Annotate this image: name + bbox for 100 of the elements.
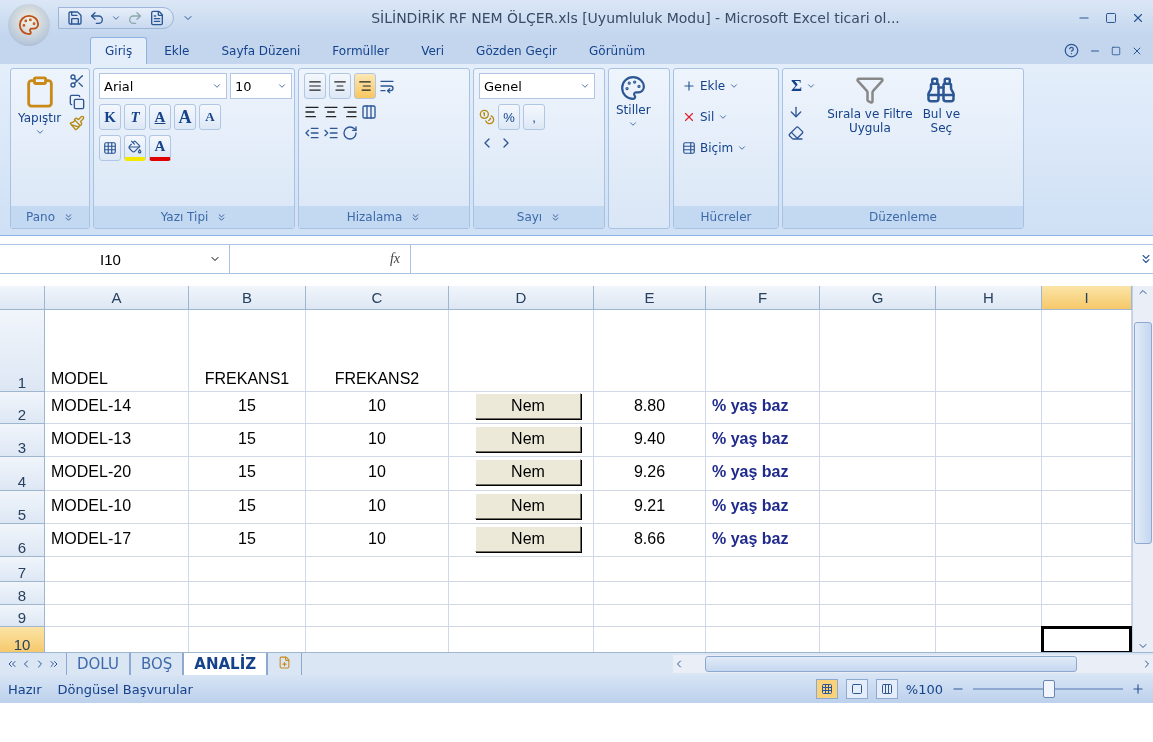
row-header[interactable]: 10 [0, 627, 45, 652]
view-button[interactable] [875, 679, 898, 699]
cells-menu-button[interactable]: Biçim [679, 135, 751, 161]
percent-button[interactable]: % [498, 104, 520, 130]
borders-button[interactable] [99, 135, 121, 161]
caret-icon[interactable] [737, 143, 748, 153]
fill-down-icon[interactable] [788, 104, 804, 120]
bold-button[interactable]: K [99, 104, 121, 130]
expand-formula-bar-icon[interactable] [1139, 252, 1153, 266]
currency-icon[interactable] [479, 109, 495, 125]
paste-button[interactable]: Yapıştır [16, 73, 64, 202]
row-header[interactable]: 6 [0, 524, 45, 557]
caret-icon[interactable] [111, 13, 121, 23]
vertical-align-button[interactable] [354, 73, 376, 99]
brush-icon[interactable] [69, 115, 86, 131]
maximize-icon[interactable] [1105, 12, 1117, 24]
row-header[interactable]: 1 [0, 310, 45, 392]
new-sheet-icon[interactable] [278, 655, 292, 669]
column-header[interactable]: C [306, 286, 449, 310]
sort-filter-icon[interactable] [854, 75, 885, 105]
caret-icon[interactable] [729, 81, 740, 91]
column-header[interactable]: E [594, 286, 706, 310]
column-header[interactable]: D [449, 286, 594, 310]
caret-icon[interactable] [277, 81, 287, 91]
borders-icon[interactable] [103, 141, 117, 155]
zoom-thumb[interactable] [1043, 680, 1055, 698]
ribbon-tab[interactable]: Görünüm [574, 37, 661, 64]
comma-button[interactable]: , [523, 104, 545, 130]
undo-icon[interactable] [89, 10, 105, 26]
format-cells-icon[interactable] [682, 141, 696, 155]
close-icon[interactable] [1131, 11, 1145, 25]
view-icon[interactable] [880, 683, 893, 695]
align-lines-icon[interactable] [358, 79, 372, 93]
find-select-button[interactable]: Bul ve Seç [920, 73, 963, 202]
styles-icon[interactable] [620, 75, 647, 101]
sheet-tab[interactable]: ANALİZ [183, 652, 268, 676]
macro-button[interactable]: Nem [475, 459, 581, 485]
column-header[interactable]: G [820, 286, 936, 310]
row-header[interactable]: 7 [0, 557, 45, 582]
view-button[interactable] [815, 679, 838, 699]
zoom-in-icon[interactable] [1131, 682, 1145, 696]
dialog-launcher-icon[interactable] [63, 211, 74, 223]
shrink-font-button[interactable]: A [199, 104, 221, 130]
font-size-field[interactable]: 10 [230, 73, 292, 99]
paint-bucket-icon[interactable] [128, 139, 142, 154]
print-preview-icon[interactable] [149, 10, 165, 26]
insert-cells-icon[interactable] [682, 79, 696, 93]
insert-function-button[interactable]: fx [389, 251, 400, 267]
view-button[interactable] [845, 679, 868, 699]
macro-button[interactable]: Nem [475, 393, 581, 419]
orientation-icon[interactable] [342, 125, 358, 141]
restore-icon[interactable] [1111, 45, 1121, 56]
scissors-icon[interactable] [69, 73, 86, 89]
ribbon-tab[interactable]: Ekle [149, 37, 205, 64]
copy-icon[interactable] [69, 94, 86, 110]
caret-icon[interactable] [718, 112, 729, 122]
macro-button[interactable]: Nem [475, 425, 581, 452]
column-header[interactable]: B [189, 286, 306, 310]
column-header[interactable]: H [936, 286, 1042, 310]
scroll-thumb[interactable] [1134, 322, 1152, 544]
help-icon[interactable] [1064, 43, 1079, 58]
cells-menu-button[interactable]: Ekle [679, 73, 751, 99]
row-header[interactable]: 9 [0, 605, 45, 627]
font-name-field[interactable]: Arial [99, 73, 227, 99]
column-header[interactable]: I [1042, 286, 1132, 310]
underline-button[interactable]: A [149, 104, 171, 130]
number-format-field[interactable]: Genel [479, 73, 595, 99]
last-sheet-icon[interactable] [48, 658, 60, 670]
row-header[interactable]: 8 [0, 582, 45, 605]
row-header[interactable]: 4 [0, 457, 45, 491]
align-lines-icon[interactable] [333, 79, 347, 93]
office-button[interactable] [8, 4, 50, 46]
sheet-tab[interactable]: BOŞ [129, 652, 184, 676]
caret-icon[interactable] [806, 81, 817, 91]
column-header[interactable]: A [45, 286, 189, 310]
row-header[interactable]: 3 [0, 424, 45, 457]
caret-icon[interactable] [212, 81, 222, 91]
first-sheet-icon[interactable] [6, 658, 18, 670]
view-icon[interactable] [850, 683, 863, 695]
align-right-icon[interactable] [342, 104, 358, 120]
horizontal-scroll-thumb[interactable] [705, 656, 1077, 672]
ribbon-tab[interactable]: Gözden Geçir [461, 37, 572, 64]
increase-indent-icon[interactable] [323, 125, 339, 141]
wrap-text-icon[interactable] [379, 78, 395, 94]
cells-menu-button[interactable]: Sil [679, 104, 751, 130]
caret-icon[interactable] [580, 81, 590, 91]
macro-button[interactable]: Nem [475, 492, 581, 519]
sort-filter-button[interactable]: Sırala ve Filtre Uygula [825, 73, 915, 202]
align-lines-icon[interactable] [308, 79, 322, 93]
name-box[interactable]: I10 [0, 245, 230, 273]
row-header[interactable]: 5 [0, 491, 45, 524]
save-icon[interactable] [67, 10, 83, 26]
vertical-align-button[interactable] [304, 73, 326, 99]
align-center-icon[interactable] [323, 104, 339, 120]
vertical-align-button[interactable] [329, 73, 351, 99]
decrease-indent-icon[interactable] [304, 125, 320, 141]
align-left-icon[interactable] [304, 104, 320, 120]
eraser-icon[interactable] [788, 125, 804, 141]
delete-cells-icon[interactable] [682, 110, 696, 124]
row-header[interactable]: 2 [0, 392, 45, 424]
